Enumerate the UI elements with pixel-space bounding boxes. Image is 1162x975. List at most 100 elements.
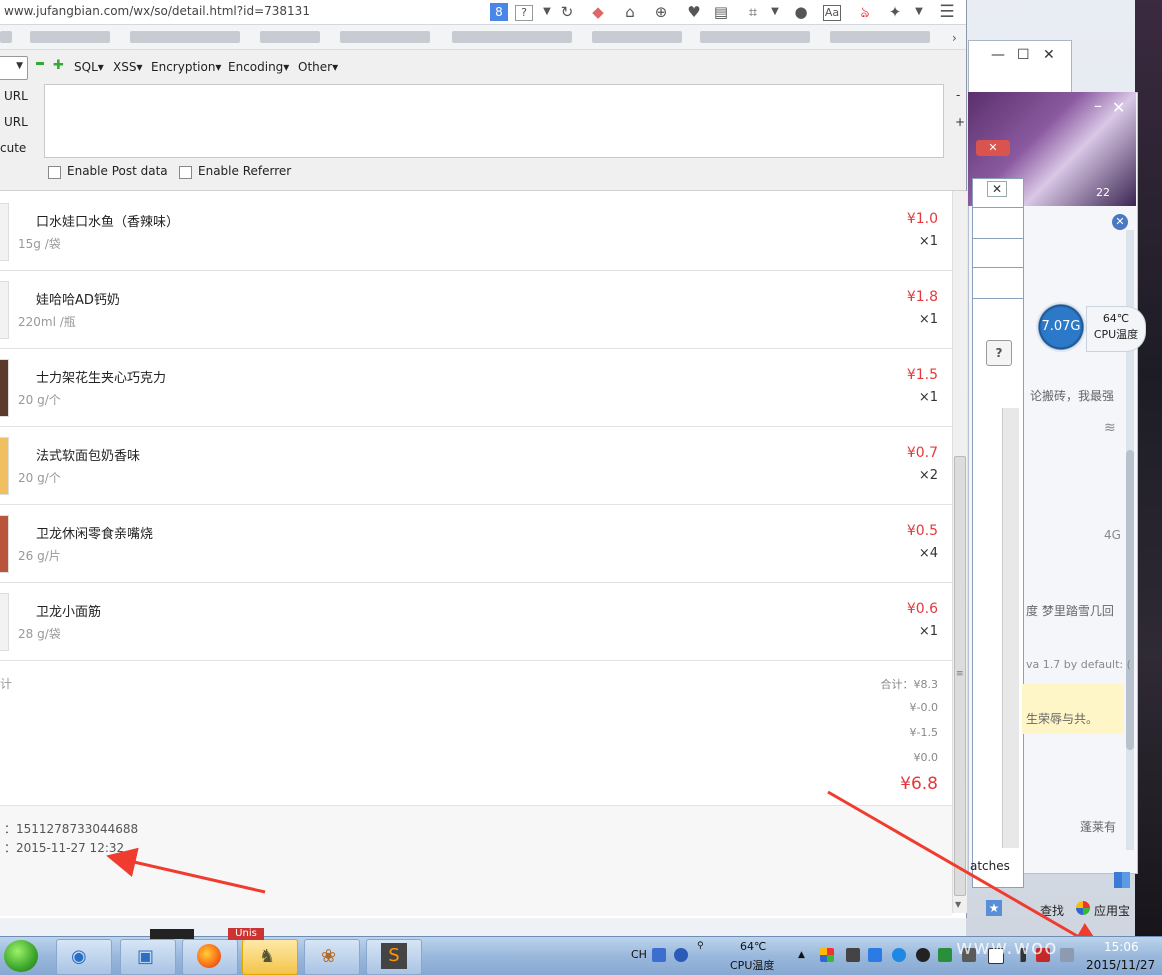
minus-icon[interactable] <box>36 62 44 65</box>
dialog-field[interactable] <box>973 267 1023 299</box>
taskbar-app-media[interactable]: ♞ <box>242 939 298 975</box>
list-item[interactable]: 娃哈哈AD钙奶 220ml /瓶 ¥1.8 ×1 <box>0 271 952 349</box>
bookmark-item[interactable] <box>30 31 110 43</box>
taskbar-app-sublime[interactable]: S <box>366 939 422 975</box>
clock-date[interactable]: 2015/11/27 <box>1086 958 1155 972</box>
reader-icon[interactable]: Aa <box>823 5 841 21</box>
star-icon[interactable]: ★ <box>986 900 1002 916</box>
qq-minimize-icon[interactable]: – <box>1094 96 1102 115</box>
search-label[interactable]: 查找 <box>1040 902 1064 919</box>
memory-gauge[interactable]: 7.07G <box>1036 302 1086 352</box>
tray-small-icon[interactable]: ⚲ <box>697 941 704 951</box>
crop-icon[interactable]: ⌗ <box>744 3 762 21</box>
home-icon[interactable]: ⌂ <box>621 3 639 21</box>
bookmark-item[interactable] <box>830 31 930 43</box>
help-tray-icon[interactable] <box>674 948 688 962</box>
reload-icon[interactable]: ↻ <box>558 3 576 21</box>
appstore-label[interactable]: 应用宝 <box>1094 902 1130 919</box>
language-indicator[interactable]: CH <box>631 948 647 961</box>
clock-time[interactable]: 15:06 <box>1104 940 1139 954</box>
list-item[interactable]: 口水娃口水鱼（香辣味） 15g /袋 ¥1.0 ×1 <box>0 193 952 271</box>
chevron-right-icon[interactable]: › <box>952 31 957 45</box>
execute-button[interactable]: cute <box>0 141 26 155</box>
dialog-scrollbar[interactable] <box>1002 408 1019 848</box>
tray-expand-icon[interactable]: ▲ <box>798 950 805 960</box>
clipboard-icon[interactable]: ▤ <box>712 3 730 21</box>
address-bar[interactable]: www.jufangbian.com/wx/so/detail.html?id=… <box>0 0 966 25</box>
load-url-button[interactable]: URL <box>4 89 28 103</box>
start-button[interactable] <box>4 940 38 972</box>
list-item[interactable]: 卫龙休闲零食亲嘴烧 26 g/片 ¥0.5 ×4 <box>0 505 952 583</box>
bookmark-item[interactable] <box>452 31 572 43</box>
crop-dropdown-icon[interactable]: ▼ <box>766 3 784 21</box>
sql-menu[interactable]: SQL▾ <box>74 60 104 74</box>
total-line: 合计：¥8.3 <box>880 678 939 691</box>
taskbar-app-eye[interactable]: ◉ <box>56 939 112 975</box>
close-icon[interactable]: ✕ <box>1043 47 1055 63</box>
help-icon[interactable]: ? <box>986 340 1012 366</box>
dropdown-icon[interactable]: ▼ <box>538 3 556 21</box>
other-menu[interactable]: Other▾ <box>298 60 338 74</box>
volume-icon[interactable] <box>1060 948 1074 962</box>
tray-browser-icon[interactable] <box>892 948 906 962</box>
list-item[interactable]: 士力架花生夹心巧克力 20 g/个 ¥1.5 ×1 <box>0 349 952 427</box>
product-price: ¥1.8 <box>906 289 938 305</box>
dialog-close-icon[interactable]: ✕ <box>987 181 1007 197</box>
red-close-icon[interactable]: ✕ <box>976 140 1010 156</box>
appstore-icon[interactable] <box>1076 901 1090 915</box>
windows-grid-icon[interactable] <box>1114 872 1130 888</box>
url-text[interactable]: www.jufangbian.com/wx/so/detail.html?id=… <box>4 4 310 18</box>
list-item[interactable]: 卫龙小面筋 28 g/袋 ¥0.6 ×1 <box>0 583 952 661</box>
hackbar-select[interactable]: ▼ <box>0 56 28 80</box>
extension-icon[interactable]: ✦ <box>886 3 904 21</box>
enable-referrer-checkbox[interactable] <box>179 166 192 179</box>
dialog-field[interactable] <box>973 207 1023 239</box>
taskbar-app-firefox[interactable] <box>182 939 238 975</box>
minimize-icon[interactable]: — <box>991 47 1005 63</box>
scroll-down-icon[interactable]: ▼ <box>955 900 961 909</box>
bookmark-item[interactable] <box>340 31 430 43</box>
taskbar-app-network[interactable]: ▣ <box>120 939 176 975</box>
shrink-button[interactable]: - <box>956 88 960 102</box>
menu-icon[interactable]: ☰ <box>938 3 956 21</box>
plus-icon[interactable]: ✚ <box>53 58 64 73</box>
encryption-menu[interactable]: Encryption▾ <box>151 60 221 74</box>
question-icon[interactable]: ? <box>515 5 533 21</box>
google-icon[interactable]: 8 <box>490 3 508 21</box>
product-name: 卫龙小面筋 <box>36 605 102 620</box>
chat-icon[interactable]: ● <box>792 3 810 21</box>
dismiss-icon[interactable]: ✕ <box>1112 214 1128 230</box>
unis-label: Unis <box>228 928 264 940</box>
tray-green-icon[interactable] <box>938 948 952 962</box>
encoding-menu[interactable]: Encoding▾ <box>228 60 289 74</box>
enable-post-label[interactable]: Enable Post data <box>67 164 168 178</box>
xss-menu[interactable]: XSS▾ <box>113 60 142 74</box>
sidebar-scroll-thumb[interactable] <box>1126 450 1134 750</box>
tray-color-icon[interactable] <box>820 948 834 962</box>
tray-cloud-icon[interactable] <box>868 948 882 962</box>
bookmark-item[interactable] <box>592 31 682 43</box>
tray-dark-icon[interactable] <box>846 948 860 962</box>
hackbar-url-textarea[interactable] <box>44 84 944 158</box>
extension-dropdown-icon[interactable]: ▼ <box>910 3 928 21</box>
enable-referrer-label[interactable]: Enable Referrer <box>198 164 291 178</box>
keyboard-icon[interactable] <box>652 948 666 962</box>
bookmark-item[interactable] <box>130 31 240 43</box>
list-item[interactable]: 法式软面包奶香味 20 g/个 ¥0.7 ×2 <box>0 427 952 505</box>
download-icon[interactable]: ⊕ <box>652 3 670 21</box>
share-icon[interactable]: ঌ <box>856 3 874 21</box>
bookmark-item[interactable] <box>700 31 810 43</box>
enlarge-button[interactable]: + <box>955 115 965 129</box>
sublime-icon: S <box>381 943 407 969</box>
page-scroll-thumb[interactable]: ≡ <box>954 456 966 896</box>
tray-qq-icon[interactable] <box>916 948 930 962</box>
taskbar-app-bear[interactable]: ❀ <box>304 939 360 975</box>
maximize-icon[interactable]: ☐ <box>1017 47 1030 63</box>
addon-icon[interactable]: ◆ <box>589 3 607 21</box>
favorite-icon[interactable]: ♥ <box>685 3 703 21</box>
bookmark-item[interactable] <box>0 31 12 43</box>
split-url-button[interactable]: URL <box>4 115 28 129</box>
qq-close-icon[interactable]: ✕ <box>1112 98 1125 117</box>
enable-post-checkbox[interactable] <box>48 166 61 179</box>
bookmark-item[interactable] <box>260 31 320 43</box>
